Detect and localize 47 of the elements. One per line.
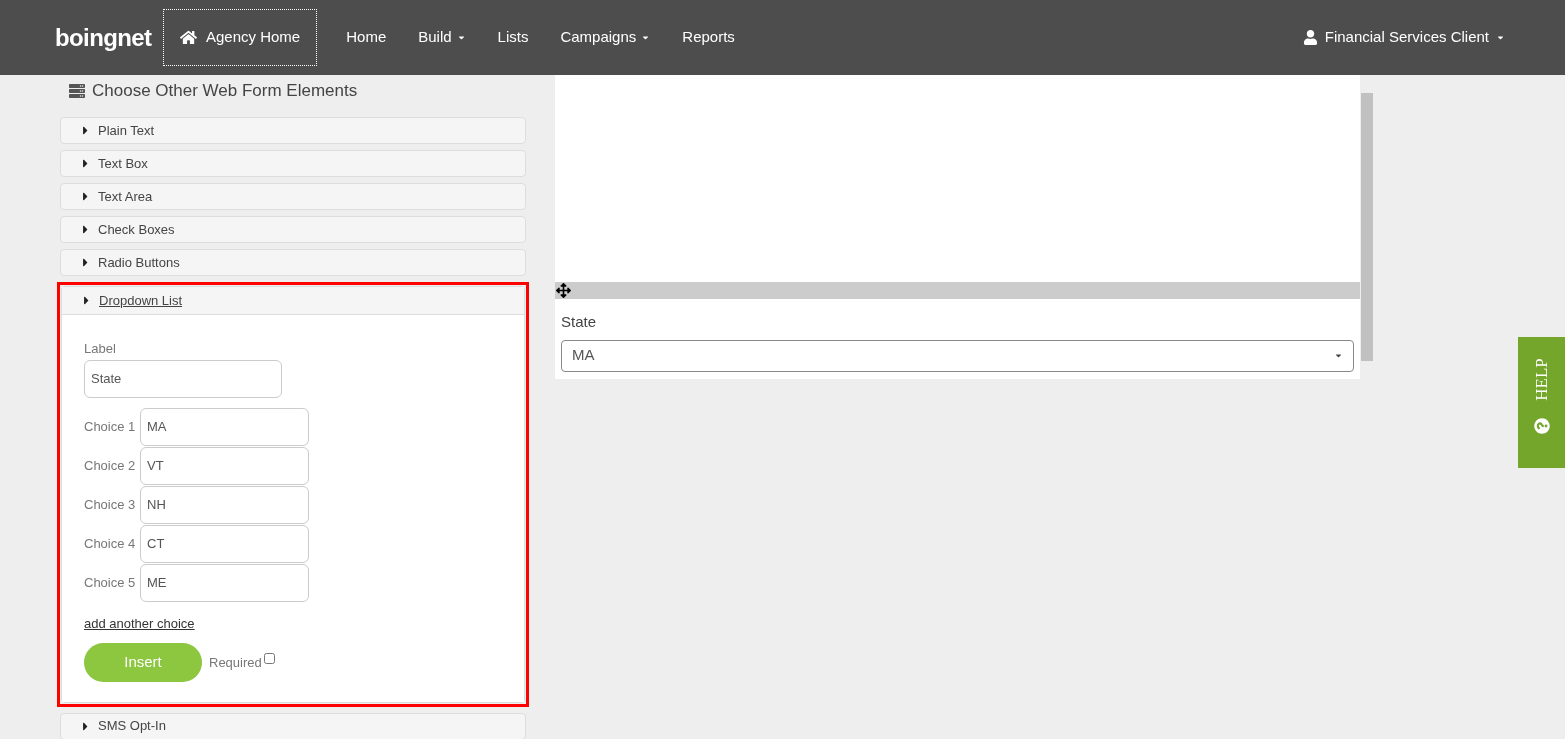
nav-link[interactable]: Campaigns bbox=[544, 26, 667, 49]
choice-caption: Choice 2 bbox=[84, 456, 137, 475]
caret-icon bbox=[81, 124, 90, 137]
preview-field-label: State bbox=[561, 312, 598, 332]
nav-link[interactable]: Home bbox=[330, 26, 403, 49]
agency-home-button[interactable]: Agency Home bbox=[163, 9, 318, 66]
element-header[interactable]: Text Box bbox=[60, 150, 526, 177]
field-caption: Label bbox=[84, 340, 117, 358]
required-checkbox[interactable] bbox=[263, 652, 275, 664]
element-header[interactable]: Check Boxes bbox=[60, 216, 526, 243]
help-icon bbox=[1533, 418, 1550, 434]
choice-input[interactable]: VT bbox=[140, 446, 309, 485]
label-input[interactable]: State bbox=[84, 359, 282, 398]
choice-caption: Choice 3 bbox=[84, 495, 137, 514]
nav-link[interactable]: Build bbox=[402, 26, 482, 49]
element-header[interactable]: SMS Opt-In bbox=[60, 712, 526, 739]
add-choice-link[interactable]: add another choice bbox=[84, 613, 195, 633]
panel-title: Choose Other Web Form Elements bbox=[92, 80, 358, 103]
element-header[interactable]: Plain Text bbox=[60, 117, 526, 144]
choice-input[interactable]: NH bbox=[140, 485, 309, 524]
choice-input[interactable]: MA bbox=[140, 407, 309, 446]
nav-link[interactable]: Lists bbox=[481, 26, 545, 49]
element-header[interactable]: Radio Buttons bbox=[60, 249, 526, 276]
caret-icon bbox=[81, 190, 90, 203]
user-icon bbox=[1302, 30, 1318, 45]
element-header[interactable]: Text Area bbox=[60, 183, 526, 210]
choice-caption: Choice 1 bbox=[84, 417, 137, 436]
choice-caption: Choice 4 bbox=[84, 534, 137, 553]
element-header[interactable]: Dropdown List bbox=[62, 287, 524, 314]
choice-caption: Choice 5 bbox=[84, 573, 137, 592]
list-stack-icon bbox=[68, 83, 86, 99]
caret-icon bbox=[81, 256, 90, 269]
choice-input[interactable]: ME bbox=[140, 563, 309, 602]
nav-link[interactable]: Reports bbox=[666, 26, 751, 49]
brand-logo[interactable]: boingnet bbox=[55, 19, 151, 56]
home-icon bbox=[180, 29, 197, 46]
move-icon bbox=[556, 283, 571, 298]
drag-bar[interactable] bbox=[555, 282, 1360, 299]
required-label: Required bbox=[209, 653, 262, 672]
caret-icon bbox=[82, 294, 91, 307]
choice-input[interactable]: CT bbox=[140, 524, 309, 563]
user-menu[interactable]: Financial Services Client bbox=[1302, 26, 1505, 49]
help-label: HELP bbox=[1533, 358, 1550, 401]
caret-icon bbox=[81, 223, 90, 236]
caret-icon bbox=[81, 157, 90, 170]
state-select[interactable]: MA bbox=[561, 339, 1354, 372]
caret-icon bbox=[1334, 351, 1343, 360]
